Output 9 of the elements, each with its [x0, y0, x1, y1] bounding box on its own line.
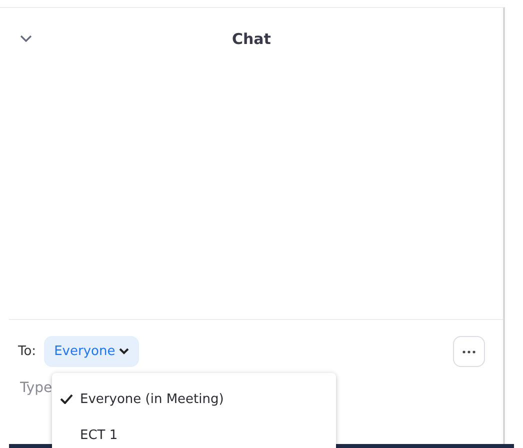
recipient-dropdown[interactable]: Everyone — [44, 336, 140, 367]
to-label: To: — [18, 344, 36, 359]
menu-item[interactable]: ECT 1 — [52, 417, 336, 448]
chevron-down-icon — [119, 348, 130, 355]
more-icon — [462, 350, 476, 354]
check-icon — [60, 394, 73, 404]
menu-item[interactable]: Everyone (in Meeting) — [52, 381, 336, 417]
chat-title: Chat — [231, 30, 272, 48]
chevron-down-icon[interactable] — [20, 35, 32, 43]
